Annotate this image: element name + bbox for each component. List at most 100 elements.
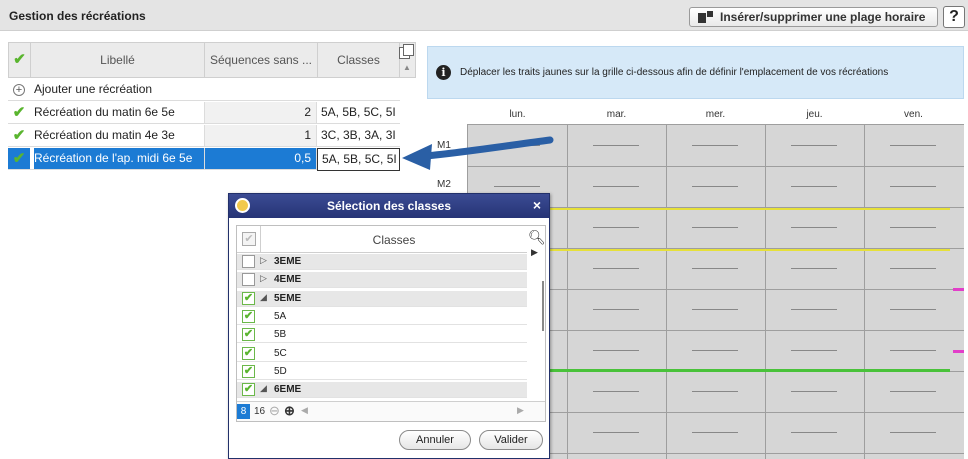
class-group-row[interactable]: ▷ 4EME xyxy=(237,272,527,289)
info-text: Déplacer les traits jaunes sur la grille… xyxy=(460,67,889,78)
cancel-button[interactable]: Annuler xyxy=(399,430,471,450)
grid-cell-marker xyxy=(593,227,639,228)
grid-cell-marker xyxy=(692,391,738,392)
check-icon: ✔ xyxy=(12,150,26,167)
add-recess-row[interactable]: + Ajouter une récréation xyxy=(8,79,400,101)
class-checkbox[interactable]: ✔ xyxy=(242,309,255,323)
class-row[interactable]: ✔ 5C xyxy=(237,346,527,362)
day-header: lun. xyxy=(509,109,526,120)
collapse-icon[interactable]: ◢ xyxy=(260,292,267,303)
recess-row[interactable]: ✔ Récréation du matin 4e 3e 1 3C, 3B, 3A… xyxy=(8,125,400,147)
class-row[interactable]: ✔ 5D xyxy=(237,364,527,380)
recess-classes[interactable]: 5A, 5B, 5C, 5I xyxy=(317,102,400,123)
grid-cell-marker xyxy=(791,268,837,269)
selected-count-badge: 8 xyxy=(237,404,250,419)
copy-icon[interactable] xyxy=(399,44,414,59)
grid-cell-marker xyxy=(692,432,738,433)
day-header: ven. xyxy=(904,109,923,120)
grid-cell-marker xyxy=(692,186,738,187)
recess-label: Récréation de l'ap. midi 6e 5e xyxy=(34,148,204,169)
help-button[interactable]: ? xyxy=(943,6,965,28)
grid-cell-marker xyxy=(791,227,837,228)
grid-cell-marker xyxy=(890,432,936,433)
class-label: 5B xyxy=(274,329,287,341)
recess-row-selected[interactable]: ✔ Récréation de l'ap. midi 6e 5e 0,5 5A,… xyxy=(8,148,400,171)
grid-cell-marker xyxy=(890,309,936,310)
expand-icon[interactable]: ▷ xyxy=(260,273,267,284)
grid-cell-marker xyxy=(890,227,936,228)
column-header-classes[interactable]: Classes xyxy=(318,43,400,77)
grid-cell-marker xyxy=(692,268,738,269)
class-checkbox[interactable]: ✔ xyxy=(242,383,255,397)
insert-slot-icon xyxy=(698,11,714,23)
grid-cell-marker xyxy=(593,186,639,187)
class-checkbox[interactable]: ✔ xyxy=(242,328,255,342)
scroll-right-icon[interactable]: ▶ xyxy=(517,405,524,416)
day-header: mer. xyxy=(705,109,726,120)
insert-remove-slot-button[interactable]: Insérer/supprimer une plage horaire xyxy=(689,7,938,27)
grid-cell-marker xyxy=(791,186,837,187)
grid-cell-marker xyxy=(692,145,738,146)
class-list-column-header[interactable]: Classes xyxy=(261,233,527,247)
class-checkbox[interactable]: ✔ xyxy=(242,364,255,378)
recess-classes[interactable]: 3C, 3B, 3A, 3I xyxy=(317,125,400,146)
grid-column-divider xyxy=(864,125,865,459)
pointer-arrow-icon xyxy=(402,136,554,170)
grid-cell-marker xyxy=(593,145,639,146)
recess-sequences[interactable]: 2 xyxy=(204,102,317,123)
grid-cell-marker xyxy=(593,391,639,392)
class-group-row[interactable]: ✔ ◢ 5EME xyxy=(237,290,527,307)
title-bar: Gestion des récréations Insérer/supprime… xyxy=(0,0,968,31)
class-label: 3EME xyxy=(274,256,302,267)
zoom-in-icon[interactable]: ⊕ xyxy=(284,403,295,419)
recess-label: Récréation du matin 4e 3e xyxy=(34,128,175,142)
scroll-left-icon[interactable]: ◀ xyxy=(301,405,308,416)
expand-right-icon[interactable]: ▶ xyxy=(531,247,538,258)
check-icon: ✔ xyxy=(12,104,26,121)
grid-column-divider xyxy=(666,125,667,459)
recess-sequences[interactable]: 0,5 xyxy=(204,148,317,169)
grid-cell-marker xyxy=(791,391,837,392)
column-header-label[interactable]: Libellé xyxy=(31,43,205,77)
recess-row[interactable]: ✔ Récréation du matin 6e 5e 2 5A, 5B, 5C… xyxy=(8,102,400,124)
grid-column-divider xyxy=(567,125,568,459)
search-icon[interactable]: 🔍︎ xyxy=(528,229,546,246)
zoom-out-icon[interactable]: ⊖ xyxy=(269,403,280,419)
grid-cell-marker xyxy=(593,350,639,351)
validate-button[interactable]: Valider xyxy=(479,430,543,450)
grid-cell-marker xyxy=(593,309,639,310)
class-group-row[interactable]: ✔ ◢ 6EME xyxy=(237,382,527,399)
class-row[interactable]: ✔ 5A xyxy=(237,309,527,325)
grid-cell-marker xyxy=(494,186,540,187)
info-banner: i Déplacer les traits jaunes sur la gril… xyxy=(427,46,964,99)
vertical-scrollbar[interactable] xyxy=(542,281,544,331)
class-row[interactable]: ✔ 5B xyxy=(237,327,527,344)
recess-marker-magenta[interactable] xyxy=(953,288,964,291)
day-header: jeu. xyxy=(806,109,823,120)
add-recess-label: Ajouter une récréation xyxy=(34,82,153,96)
class-checkbox[interactable] xyxy=(242,273,255,287)
select-all-check-icon[interactable]: ✔ xyxy=(9,43,31,77)
add-icon: + xyxy=(13,84,25,96)
class-checkbox[interactable]: ✔ xyxy=(242,291,255,305)
scroll-up-icon[interactable]: ▲ xyxy=(401,63,413,73)
column-header-sequences[interactable]: Séquences sans ... xyxy=(205,43,318,77)
class-list-header: ✔ Classes xyxy=(237,226,527,253)
recess-marker-magenta[interactable] xyxy=(953,350,964,353)
grid-cell-marker xyxy=(593,268,639,269)
recess-sequences[interactable]: 1 xyxy=(204,125,317,146)
collapse-icon[interactable]: ◢ xyxy=(260,383,267,394)
class-group-row[interactable]: ▷ 3EME xyxy=(237,254,527,270)
class-label: 4EME xyxy=(274,274,302,286)
recess-classes-cell-active[interactable]: 5A, 5B, 5C, 5I xyxy=(317,148,400,171)
expand-icon[interactable]: ▷ xyxy=(260,255,267,266)
select-all-checkbox[interactable]: ✔ xyxy=(242,232,256,246)
grid-cell-marker xyxy=(593,432,639,433)
day-header: mar. xyxy=(606,109,627,120)
class-label: 5A xyxy=(274,310,287,322)
class-checkbox[interactable] xyxy=(242,255,255,268)
class-checkbox[interactable]: ✔ xyxy=(242,346,255,360)
close-icon[interactable]: × xyxy=(533,197,541,213)
page-title: Gestion des récréations xyxy=(9,9,146,23)
info-icon: i xyxy=(436,65,451,80)
